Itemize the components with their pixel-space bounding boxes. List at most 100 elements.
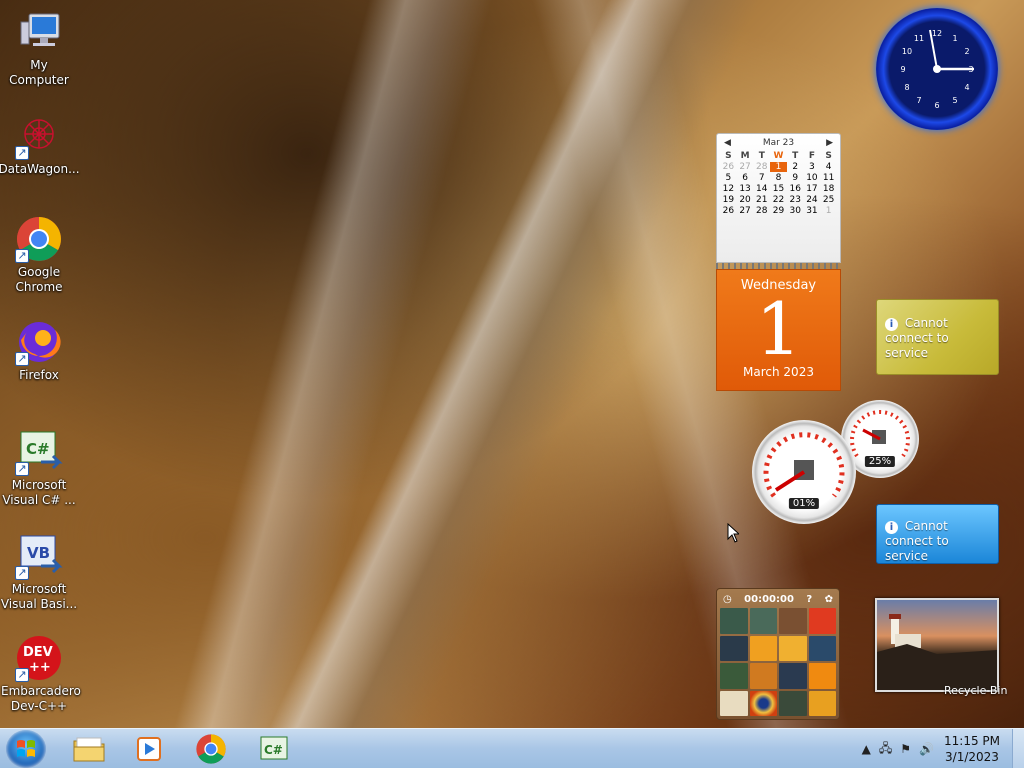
desktop-icon-devcpp[interactable]: DEV ++ ↗ Embarcadero Dev-C++	[0, 634, 81, 714]
svg-text:DEV: DEV	[23, 645, 53, 660]
calendar-day[interactable]: 15	[770, 184, 787, 194]
calendar-day[interactable]: 29	[770, 206, 787, 216]
stopwatch-icon: ◷	[723, 593, 732, 605]
desktop-icon-datawagon[interactable]: ↗ DataWagon...	[0, 112, 80, 177]
puzzle-tile[interactable]	[779, 663, 807, 689]
taskbar-visual-csharp[interactable]: C#	[248, 733, 302, 765]
calendar-day[interactable]: 30	[787, 206, 804, 216]
calendar-day[interactable]: 13	[737, 184, 754, 194]
cpu-meter[interactable]: 01%	[752, 420, 856, 524]
calendar-day[interactable]: 27	[737, 206, 754, 216]
windows-logo-icon	[17, 740, 35, 757]
puzzle-tile[interactable]	[808, 635, 836, 661]
calendar-prev-icon[interactable]: ◀	[724, 138, 731, 148]
puzzle-tile[interactable]	[749, 608, 777, 634]
start-button[interactable]	[6, 730, 46, 768]
puzzle-tile[interactable]	[779, 690, 807, 716]
calendar-day[interactable]: 1	[820, 206, 837, 216]
system-tray: ▲ 🖧 ⚑ 🔊 11:15 PM 3/1/2023	[858, 729, 1024, 768]
desktop-icon-google-chrome[interactable]: ↗ Google Chrome	[0, 215, 78, 295]
calendar-day[interactable]: 19	[720, 195, 737, 205]
calendar-day[interactable]: 24	[804, 195, 821, 205]
calendar-day[interactable]: 4	[820, 162, 837, 172]
visual-csharp-icon: C# ↗	[15, 428, 63, 476]
puzzle-tile[interactable]	[808, 608, 836, 634]
taskbar-media-player[interactable]	[122, 733, 176, 765]
puzzle-tile[interactable]	[749, 635, 777, 661]
svg-text:6: 6	[934, 101, 939, 110]
feed-headlines-gadget[interactable]: i Cannot connect to service	[876, 504, 999, 564]
calendar-day[interactable]: 25	[820, 195, 837, 205]
show-desktop-button[interactable]	[1012, 729, 1024, 768]
taskbar-chrome[interactable]	[184, 733, 238, 765]
calendar-day[interactable]: 7	[753, 173, 770, 183]
svg-text:9: 9	[900, 65, 905, 74]
calendar-day[interactable]: 22	[770, 195, 787, 205]
calendar-day[interactable]: 26	[720, 162, 737, 172]
calendar-day[interactable]: 9	[787, 173, 804, 183]
tray-expand-icon[interactable]: ▲	[862, 742, 871, 756]
puzzle-tile[interactable]	[749, 690, 777, 716]
calendar-day-of-week: M	[740, 151, 750, 161]
calendar-month-year: March 2023	[743, 365, 814, 379]
devcpp-icon: DEV ++ ↗	[15, 634, 63, 682]
puzzle-picture-icon[interactable]: ✿	[825, 594, 833, 605]
puzzle-tile[interactable]	[720, 690, 748, 716]
puzzle-tile[interactable]	[779, 635, 807, 661]
calendar-day[interactable]: 28	[753, 162, 770, 172]
calendar-day[interactable]: 11	[820, 173, 837, 183]
svg-text:4: 4	[964, 83, 969, 92]
desktop-icon-visual-csharp[interactable]: C# ↗ Microsoft Visual C# ...	[0, 428, 78, 508]
desktop-icon-label: Embarcadero Dev-C++	[1, 684, 81, 713]
calendar-day[interactable]: 18	[820, 184, 837, 194]
weather-gadget[interactable]: i Cannot connect to service	[876, 299, 999, 375]
calendar-month-label: Mar 23	[762, 138, 795, 148]
puzzle-tile[interactable]	[720, 608, 748, 634]
calendar-day[interactable]: 2	[787, 162, 804, 172]
puzzle-tile[interactable]	[808, 663, 836, 689]
calendar-day[interactable]: 26	[720, 206, 737, 216]
taskbar-clock[interactable]: 11:15 PM 3/1/2023	[944, 733, 1000, 765]
calendar-day[interactable]: 16	[787, 184, 804, 194]
puzzle-tile[interactable]	[720, 635, 748, 661]
recycle-bin-label[interactable]: Recycle Bin	[944, 684, 1007, 697]
calendar-day[interactable]: 6	[737, 173, 754, 183]
calendar-gadget[interactable]: ◀ Mar 23 ▶ S M T W T F S 26 27 28 1 2 3 4 5 6 7 8 9 10 11 12 1…	[716, 133, 841, 391]
puzzle-tile[interactable]	[749, 663, 777, 689]
calendar-day[interactable]: 3	[804, 162, 821, 172]
calendar-day[interactable]: 5	[720, 173, 737, 183]
shortcut-arrow-icon: ↗	[15, 566, 29, 580]
calendar-day-view: Wednesday 1 March 2023	[716, 269, 841, 391]
taskbar-time: 11:15 PM	[944, 734, 1000, 748]
calendar-day[interactable]: 23	[787, 195, 804, 205]
calendar-day[interactable]: 20	[737, 195, 754, 205]
taskbar-file-explorer[interactable]	[62, 733, 116, 765]
puzzle-tile[interactable]	[808, 690, 836, 716]
volume-icon[interactable]: 🔊	[919, 742, 934, 756]
calendar-next-icon[interactable]: ▶	[826, 138, 833, 148]
calendar-day[interactable]: 28	[753, 206, 770, 216]
desktop-icon-label: Microsoft Visual Basi...	[0, 582, 78, 611]
desktop-icon-my-computer[interactable]: My Computer	[0, 8, 78, 88]
picture-puzzle-gadget[interactable]: ◷ 00:00:00 ? ✿	[716, 588, 840, 720]
puzzle-help-button[interactable]: ?	[806, 594, 812, 605]
calendar-day[interactable]: 14	[753, 184, 770, 194]
calendar-day-today[interactable]: 1	[770, 162, 787, 172]
slideshow-gadget[interactable]	[875, 598, 999, 692]
calendar-day[interactable]: 27	[737, 162, 754, 172]
calendar-day[interactable]: 8	[770, 173, 787, 183]
desktop-icon-visual-basic[interactable]: VB ↗ Microsoft Visual Basi...	[0, 532, 78, 612]
action-center-flag-icon[interactable]: ⚑	[900, 742, 911, 756]
calendar-day[interactable]: 10	[804, 173, 821, 183]
clock-gadget[interactable]: 12 123 456 789 1011	[876, 8, 998, 130]
info-icon: i	[885, 521, 898, 534]
calendar-day[interactable]: 17	[804, 184, 821, 194]
desktop-icon-firefox[interactable]: ↗ Firefox	[0, 318, 78, 383]
calendar-day[interactable]: 31	[804, 206, 821, 216]
network-icon[interactable]: 🖧	[879, 739, 892, 760]
shortcut-arrow-icon: ↗	[15, 146, 29, 160]
calendar-day[interactable]: 21	[753, 195, 770, 205]
computer-icon	[15, 8, 63, 56]
puzzle-tile[interactable]	[720, 663, 748, 689]
calendar-day[interactable]: 12	[720, 184, 737, 194]
